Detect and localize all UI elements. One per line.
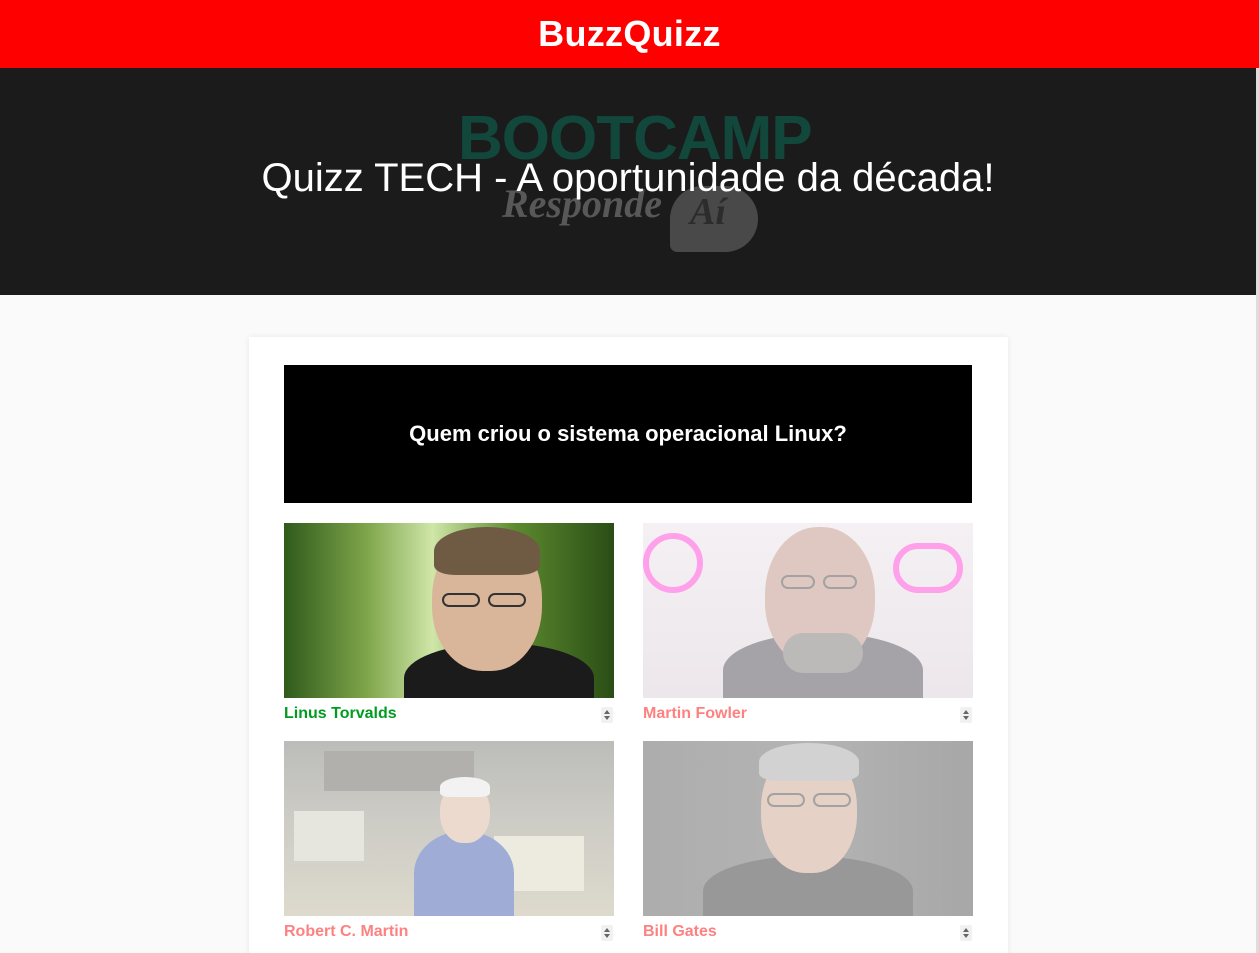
answer-row: Robert C. Martin [284, 916, 615, 946]
spinner-icon[interactable] [601, 707, 613, 723]
app-logo[interactable]: BuzzQuizz [538, 13, 721, 55]
question-text: Quem criou o sistema operacional Linux? [409, 421, 847, 446]
question-card: Quem criou o sistema operacional Linux? … [249, 337, 1008, 953]
answer-label: Bill Gates [643, 923, 717, 940]
answer-image-robert-c-martin[interactable] [284, 741, 614, 916]
answer-row: Martin Fowler [643, 698, 974, 728]
quiz-title: Quizz TECH - A oportunidade da década! [261, 156, 995, 200]
answer-row: Bill Gates [643, 916, 974, 946]
answer-image-bill-gates[interactable] [643, 741, 973, 916]
spinner-icon[interactable] [960, 707, 972, 723]
spinner-icon[interactable] [601, 925, 613, 941]
spinner-icon[interactable] [960, 925, 972, 941]
answer-option-bill-gates[interactable]: Bill Gates [643, 741, 974, 946]
question-header: Quem criou o sistema operacional Linux? [284, 365, 972, 503]
answer-image-linus-torvalds[interactable] [284, 523, 614, 698]
app-header: BuzzQuizz [0, 0, 1259, 68]
answer-row: Linus Torvalds [284, 698, 615, 728]
answer-label: Martin Fowler [643, 705, 748, 722]
quiz-banner: BOOTCAMP Aí Responde Quizz TECH - A opor… [0, 68, 1256, 295]
answer-image-martin-fowler[interactable] [643, 523, 973, 698]
answer-option-martin-fowler[interactable]: Martin Fowler [643, 523, 974, 728]
answer-label: Robert C. Martin [284, 923, 409, 940]
answer-option-robert-c-martin[interactable]: Robert C. Martin [284, 741, 615, 946]
answer-option-linus-torvalds[interactable]: Linus Torvalds [284, 523, 615, 728]
answer-label: Linus Torvalds [284, 705, 397, 722]
